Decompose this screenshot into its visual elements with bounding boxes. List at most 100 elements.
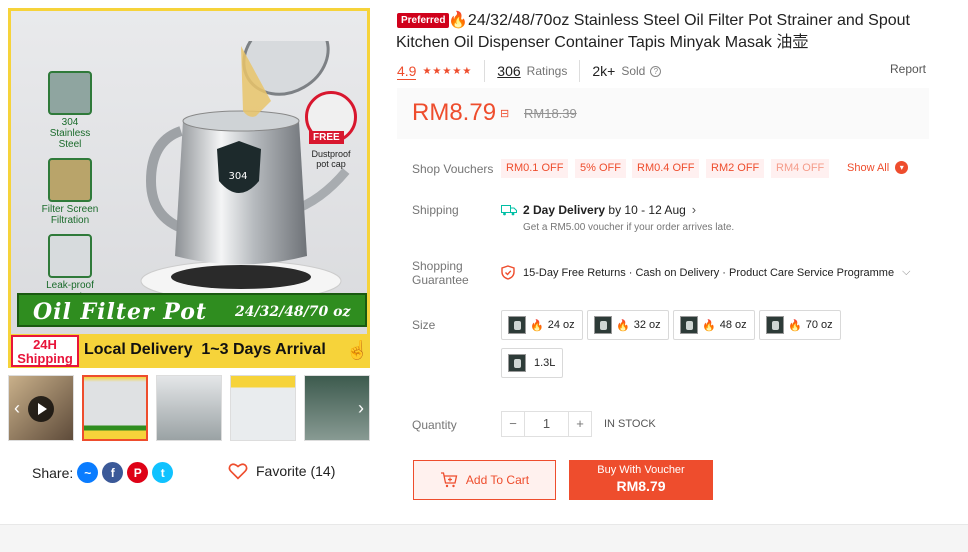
price-box: RM8.79 ⊟ RM18.39: [397, 88, 929, 139]
thumbnail-image[interactable]: [230, 375, 296, 441]
favorite-label: Favorite (14): [256, 463, 336, 479]
vouchers-label: Shop Vouchers: [412, 162, 494, 176]
facebook-icon[interactable]: f: [102, 462, 124, 483]
late-voucher-note: Get a RM5.00 voucher if your order arriv…: [523, 222, 735, 233]
size-option[interactable]: 🔥 70 oz: [759, 310, 841, 340]
share-label: Share:: [32, 464, 74, 481]
variant-swatch: [680, 316, 698, 334]
delivery-bar: 24H Shipping Local Delivery 1~3 Days Arr…: [8, 334, 370, 368]
truck-icon: [501, 204, 517, 215]
buy-price: RM8.79: [616, 478, 666, 494]
size-option-label: 24 oz: [547, 319, 575, 331]
voucher-chip[interactable]: RM0.1 OFF: [501, 159, 569, 178]
size-option-label: 32 oz: [633, 319, 661, 331]
guarantee-label: Shopping Guarantee: [412, 259, 469, 287]
delivery-speed: 2 Day Delivery: [523, 202, 606, 217]
price-tag-icon: ⊟: [500, 108, 510, 120]
show-all-label: Show All: [847, 161, 890, 174]
rating-value[interactable]: 4.9: [397, 63, 417, 80]
divider: [579, 60, 581, 82]
cart-icon: [440, 472, 458, 488]
quantity-label: Quantity: [412, 418, 457, 432]
size-option[interactable]: 🔥 24 oz: [501, 310, 583, 340]
size-option[interactable]: 1.3L: [501, 348, 564, 378]
help-icon[interactable]: ?: [650, 65, 662, 77]
feature-thumb: [48, 158, 92, 202]
free-tag: FREE: [309, 131, 344, 144]
quantity-stepper: − 1 +: [501, 411, 592, 437]
fire-icon: 🔥: [702, 319, 716, 332]
messenger-icon[interactable]: ~: [77, 462, 99, 483]
size-option[interactable]: 🔥 48 oz: [673, 310, 755, 340]
banner-title: Oil Filter Pot: [33, 299, 208, 325]
free-cap-badge: FREE Dustproof pot cap: [301, 91, 361, 169]
pinterest-icon[interactable]: P: [127, 462, 149, 483]
favorite-button[interactable]: Favorite (14): [228, 462, 335, 480]
delivery-date: by 10 - 12 Aug: [605, 202, 686, 217]
play-icon: [28, 396, 54, 422]
free-caption: Dustproof pot cap: [311, 149, 351, 169]
main-product-image[interactable]: 304 Stainless Steel Filter Screen Filtra…: [8, 8, 370, 368]
size-option-label: 48 oz: [719, 319, 747, 331]
ratings-count[interactable]: 306: [497, 63, 520, 79]
buy-with-voucher-button[interactable]: Buy With Voucher RM8.79: [569, 460, 713, 500]
fire-icon: 🔥: [616, 319, 630, 332]
quantity-increase-button[interactable]: +: [569, 412, 591, 436]
chevron-right-icon: ›: [691, 202, 697, 217]
add-to-cart-button[interactable]: Add To Cart: [413, 460, 556, 500]
ratings-label: Ratings: [526, 64, 568, 78]
feature-item: Leak-proof spout: [37, 234, 103, 302]
guarantee-text: 15-Day Free Returns · Cash on Delivery ·…: [523, 266, 895, 279]
sold-count: 2k+: [592, 63, 616, 79]
product-banner: Oil Filter Pot 24/32/48/70 oz: [17, 293, 367, 327]
voucher-chip[interactable]: 5% OFF: [575, 159, 626, 178]
fire-icon: 🔥: [788, 319, 802, 332]
variant-swatch: [508, 354, 526, 372]
banner-sizes: 24/32/48/70 oz: [235, 304, 351, 320]
add-to-cart-label: Add To Cart: [465, 473, 530, 487]
variant-swatch: [594, 316, 612, 334]
feature-item: Filter Screen Filtration: [37, 158, 103, 226]
feature-caption: Filter Screen Filtration: [41, 204, 99, 226]
share-row: Share: ~ f P t: [32, 462, 174, 483]
current-price: RM8.79: [412, 99, 497, 126]
twitter-icon[interactable]: t: [152, 462, 174, 483]
voucher-chip[interactable]: RM2 OFF: [706, 159, 765, 178]
kettle-badge-text: 304: [228, 171, 247, 182]
show-all-vouchers[interactable]: Show All ▾: [847, 161, 909, 174]
thumbnail-image[interactable]: [82, 375, 148, 441]
buy-label: Buy With Voucher: [597, 464, 685, 476]
divider: [484, 60, 486, 82]
hand-pointer-icon: ☝: [346, 340, 369, 360]
preferred-badge: Preferred: [397, 13, 450, 28]
report-link[interactable]: Report: [890, 62, 926, 76]
size-label: Size: [412, 318, 436, 332]
shipping-info[interactable]: 2 Day Delivery by 10 - 12 Aug ›: [501, 202, 696, 217]
stock-status: IN STOCK: [604, 418, 656, 430]
feature-thumb: [48, 71, 92, 115]
voucher-chip[interactable]: RM0.4 OFF: [632, 159, 700, 178]
fire-icon: 🔥: [448, 12, 468, 29]
thumbnail-next-arrow[interactable]: ›: [352, 397, 370, 419]
kettle-illustration: 304: [140, 41, 350, 301]
voucher-chip[interactable]: RM4 OFF: [771, 159, 830, 178]
guarantee-info[interactable]: 15-Day Free Returns · Cash on Delivery ·…: [501, 265, 910, 280]
product-title-row: 🔥24/32/48/70oz Stainless Steel Oil Filte…: [396, 10, 936, 54]
size-option[interactable]: 🔥 32 oz: [587, 310, 669, 340]
thumbnail-strip: ‹ ›: [8, 375, 370, 441]
quantity-input[interactable]: 1: [524, 412, 569, 436]
thumbnail-image[interactable]: [156, 375, 222, 441]
sold-label: Sold: [621, 64, 646, 78]
original-price: RM18.39: [524, 106, 577, 121]
shipping-label: Shipping: [412, 203, 459, 217]
product-page: 304 Stainless Steel Filter Screen Filtra…: [0, 0, 968, 524]
size-option-label: 70 oz: [805, 319, 833, 331]
fire-icon: 🔥: [530, 319, 544, 332]
quantity-decrease-button[interactable]: −: [502, 412, 524, 436]
thumbnail-prev-arrow[interactable]: ‹: [8, 397, 26, 419]
heart-icon: [228, 463, 248, 480]
feature-list: 304 Stainless Steel Filter Screen Filtra…: [37, 71, 103, 310]
shipping-24h-badge: 24H Shipping: [11, 335, 79, 367]
feature-thumb: [48, 234, 92, 278]
chevron-down-icon: ⌵: [902, 266, 911, 278]
